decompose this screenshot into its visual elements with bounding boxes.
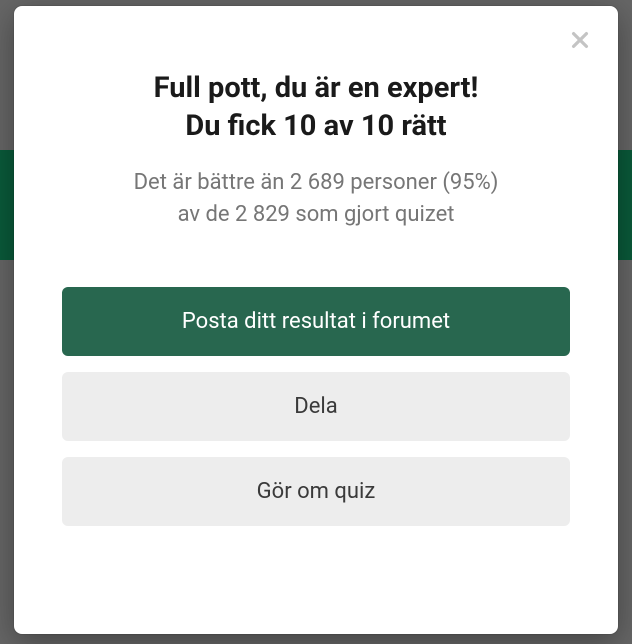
heading-line-2: Du fick 10 av 10 rätt bbox=[185, 109, 446, 143]
result-heading: Full pott, du är en expert! Du fick 10 a… bbox=[62, 70, 570, 145]
close-button[interactable] bbox=[564, 24, 596, 56]
close-icon bbox=[569, 29, 591, 51]
quiz-result-modal: Full pott, du är en expert! Du fick 10 a… bbox=[14, 6, 618, 634]
subtext-line-1: Det är bättre än 2 689 personer (95%) bbox=[134, 170, 499, 195]
retry-quiz-button[interactable]: Gör om quiz bbox=[62, 457, 570, 526]
post-result-button[interactable]: Posta ditt resultat i forumet bbox=[62, 287, 570, 356]
result-subtext: Det är bättre än 2 689 personer (95%) av… bbox=[62, 167, 570, 231]
heading-line-1: Full pott, du är en expert! bbox=[154, 71, 479, 105]
subtext-line-2: av de 2 829 som gjort quizet bbox=[178, 202, 455, 227]
share-button[interactable]: Dela bbox=[62, 372, 570, 441]
button-group: Posta ditt resultat i forumet Dela Gör o… bbox=[62, 287, 570, 526]
